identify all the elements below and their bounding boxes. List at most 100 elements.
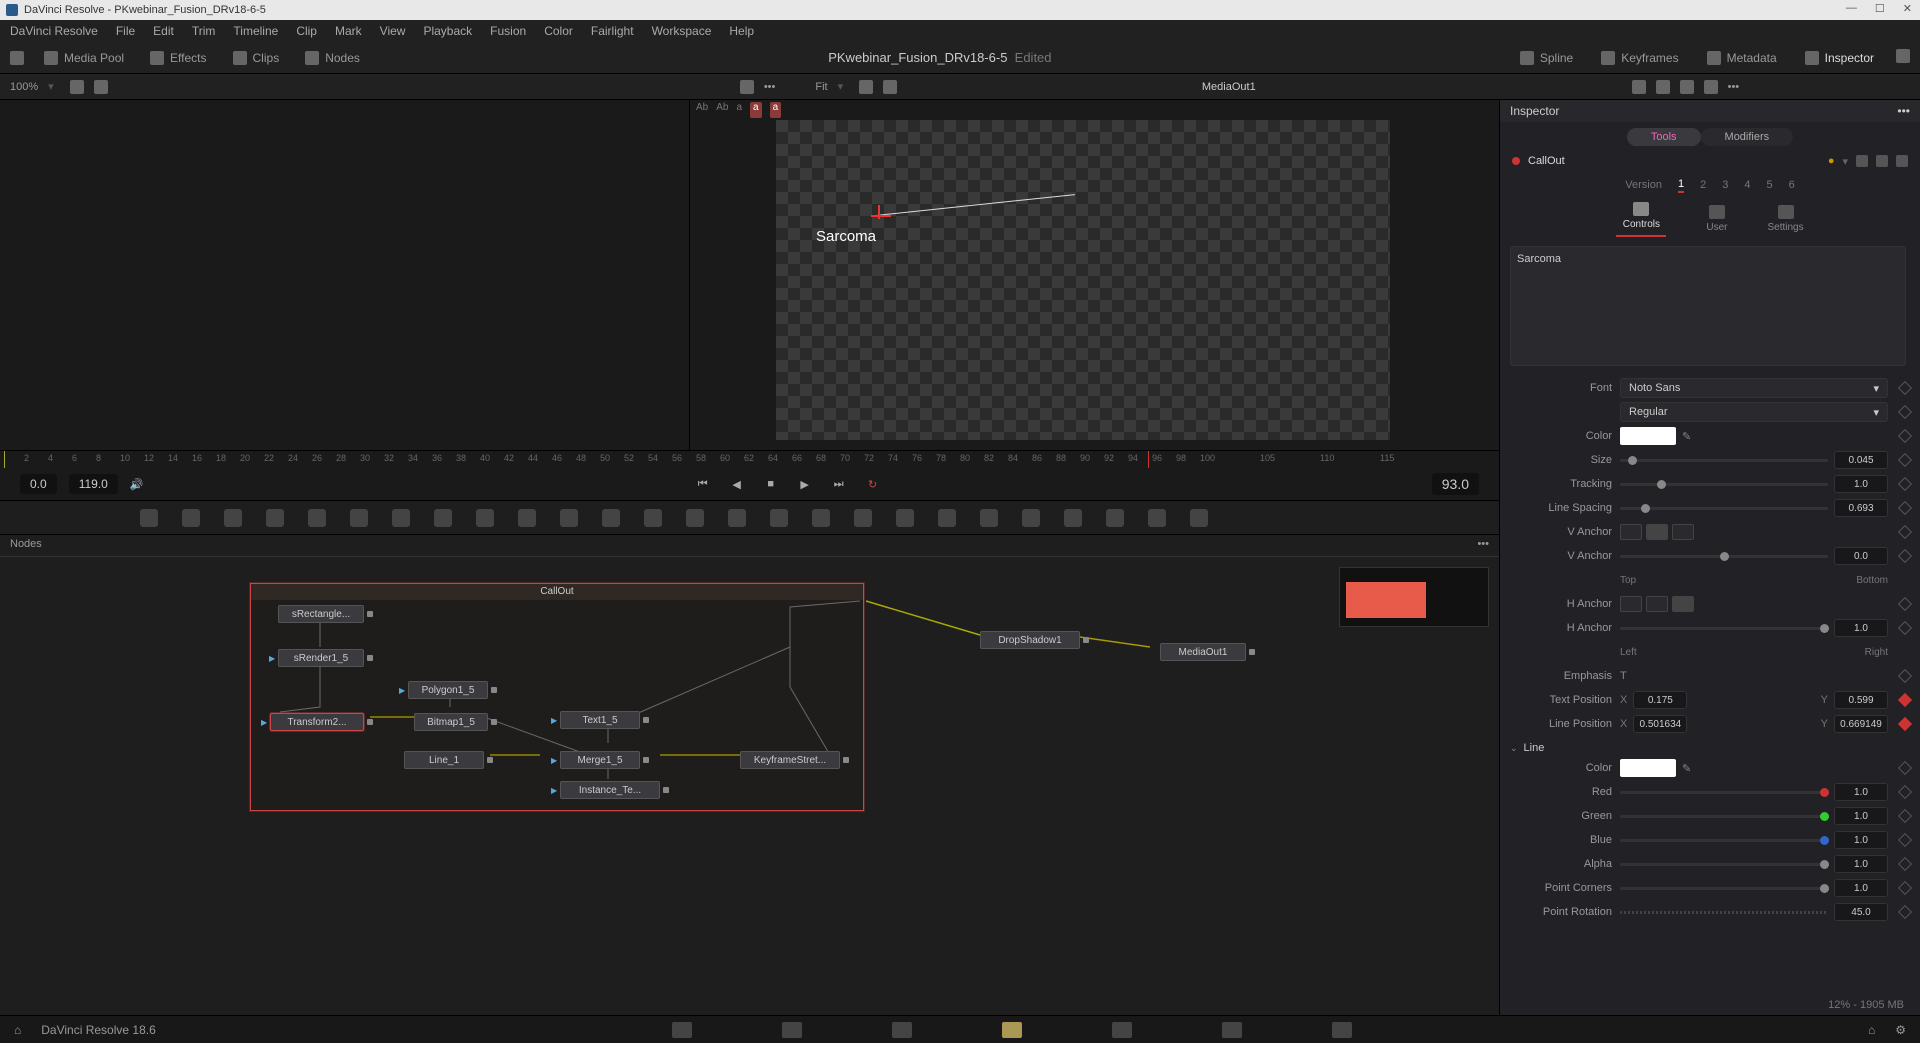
node-srender[interactable]: ▶sRender1_5 [278, 649, 364, 667]
version-4[interactable]: 4 [1744, 179, 1750, 191]
node-canvas[interactable]: CallOut sRectangle... ▶sRender1_5 ▶Polyg… [0, 556, 1499, 1015]
tool-icon[interactable] [518, 509, 536, 527]
tool-icon[interactable] [224, 509, 242, 527]
keyframe-icon[interactable] [1898, 717, 1912, 731]
zoom-dropdown[interactable]: 100% [10, 81, 38, 93]
goto-start-button[interactable]: ⏮ [695, 476, 711, 492]
viewer-opt-icon[interactable] [94, 80, 108, 94]
menu-item[interactable]: File [116, 24, 135, 38]
keyframe-icon[interactable] [1898, 669, 1912, 683]
viewer-canvas[interactable]: Sarcoma [776, 120, 1390, 440]
pointcorners-slider[interactable] [1620, 887, 1828, 890]
menu-item[interactable]: Mark [335, 24, 362, 38]
keyframes-button[interactable]: Keyframes [1595, 49, 1684, 67]
tool-icon[interactable] [812, 509, 830, 527]
keyframe-icon[interactable] [1898, 693, 1912, 707]
overlay-ab[interactable]: Ab [716, 102, 728, 118]
stop-button[interactable]: ■ [763, 476, 779, 492]
audio-icon[interactable]: 🔊 [130, 478, 144, 491]
keyframe-icon[interactable] [1898, 905, 1912, 919]
version-5[interactable]: 5 [1766, 179, 1772, 191]
tc-start[interactable]: 0.0 [20, 474, 57, 494]
menu-item[interactable]: Fusion [490, 24, 526, 38]
viewer-opt-icon[interactable] [1656, 80, 1670, 94]
menu-item[interactable]: Workspace [652, 24, 712, 38]
green-slider[interactable] [1620, 815, 1828, 818]
textpos-x[interactable]: 0.175 [1633, 691, 1687, 709]
page-color[interactable] [1112, 1022, 1132, 1038]
page-fusion[interactable] [1002, 1022, 1022, 1038]
tool-icon[interactable] [644, 509, 662, 527]
tool-icon[interactable] [980, 509, 998, 527]
tc-end[interactable]: 119.0 [69, 474, 118, 494]
tool-icon[interactable] [896, 509, 914, 527]
tool-icon[interactable] [392, 509, 410, 527]
tool-icon[interactable] [560, 509, 578, 527]
pin-icon[interactable] [1876, 155, 1888, 167]
version-2[interactable]: 2 [1700, 179, 1706, 191]
tool-icon[interactable] [728, 509, 746, 527]
playhead[interactable] [1148, 451, 1149, 468]
minimize-button[interactable]: — [1846, 2, 1857, 15]
vanchor-value[interactable]: 0.0 [1834, 547, 1888, 565]
menu-item[interactable]: Color [544, 24, 573, 38]
node-merge[interactable]: ▶Merge1_5 [560, 751, 640, 769]
menu-item[interactable]: Clip [296, 24, 317, 38]
menu-item[interactable]: Fairlight [591, 24, 634, 38]
loop-button[interactable]: ↻ [865, 476, 881, 492]
tool-icon[interactable] [266, 509, 284, 527]
page-cut[interactable] [782, 1022, 802, 1038]
pointrotation-slider[interactable] [1620, 911, 1828, 914]
keyframe-icon[interactable] [1898, 857, 1912, 871]
menu-item[interactable]: Help [729, 24, 754, 38]
line-section[interactable]: ⌄Line [1506, 736, 1910, 756]
subtab-user[interactable]: User [1706, 205, 1727, 233]
node-dropshadow[interactable]: DropShadow1 [980, 631, 1080, 649]
node-transform[interactable]: ▶Transform2... [270, 713, 364, 731]
enable-dot-icon[interactable] [1512, 157, 1520, 165]
tool-icon[interactable] [350, 509, 368, 527]
tool-icon[interactable] [182, 509, 200, 527]
page-fairlight[interactable] [1222, 1022, 1242, 1038]
keyframe-icon[interactable] [1898, 809, 1912, 823]
viewer-opt-icon[interactable] [859, 80, 873, 94]
tool-icon[interactable] [434, 509, 452, 527]
ellipsis-icon[interactable]: ••• [764, 81, 776, 93]
tool-icon[interactable] [1148, 509, 1166, 527]
keyframe-icon[interactable] [1898, 477, 1912, 491]
font-style-select[interactable]: Regular▾ [1620, 402, 1888, 422]
linespacing-slider[interactable] [1620, 507, 1828, 510]
tool-icon[interactable] [140, 509, 158, 527]
window-icon[interactable] [1856, 155, 1868, 167]
clips-button[interactable]: Clips [227, 49, 286, 67]
project-settings-icon[interactable]: ⚙ [1895, 1023, 1906, 1037]
tool-icon[interactable] [1064, 509, 1082, 527]
hanchor-seg[interactable] [1620, 596, 1694, 612]
subtab-settings[interactable]: Settings [1767, 205, 1803, 233]
spline-button[interactable]: Spline [1514, 49, 1579, 67]
linespacing-value[interactable]: 0.693 [1834, 499, 1888, 517]
overlay-a[interactable]: a [770, 102, 782, 118]
node-navigator[interactable] [1339, 567, 1489, 627]
tab-tools[interactable]: Tools [1627, 128, 1701, 146]
viewer-right[interactable]: Ab Ab a a a Sarcoma [690, 100, 1499, 450]
menu-item[interactable]: Edit [153, 24, 174, 38]
vanchor-seg[interactable] [1620, 524, 1694, 540]
red-value[interactable]: 1.0 [1834, 783, 1888, 801]
expand-icon[interactable] [10, 51, 24, 65]
node-text[interactable]: ▶Text1_5 [560, 711, 640, 729]
goto-end-button[interactable]: ⏭ [831, 476, 847, 492]
red-slider[interactable] [1620, 791, 1828, 794]
lock-icon[interactable] [1896, 155, 1908, 167]
tab-modifiers[interactable]: Modifiers [1701, 128, 1794, 146]
step-back-button[interactable]: ◀ [729, 476, 745, 492]
tool-icon[interactable] [938, 509, 956, 527]
keyframe-icon[interactable] [1898, 453, 1912, 467]
keyframe-icon[interactable] [1898, 429, 1912, 443]
linepos-x[interactable]: 0.501634 [1633, 715, 1687, 733]
keyframe-icon[interactable] [1898, 621, 1912, 635]
ellipsis-icon[interactable]: ••• [1477, 538, 1489, 553]
keyframe-icon[interactable] [1898, 381, 1912, 395]
keyframe-icon[interactable] [1898, 549, 1912, 563]
keyframe-icon[interactable] [1898, 525, 1912, 539]
